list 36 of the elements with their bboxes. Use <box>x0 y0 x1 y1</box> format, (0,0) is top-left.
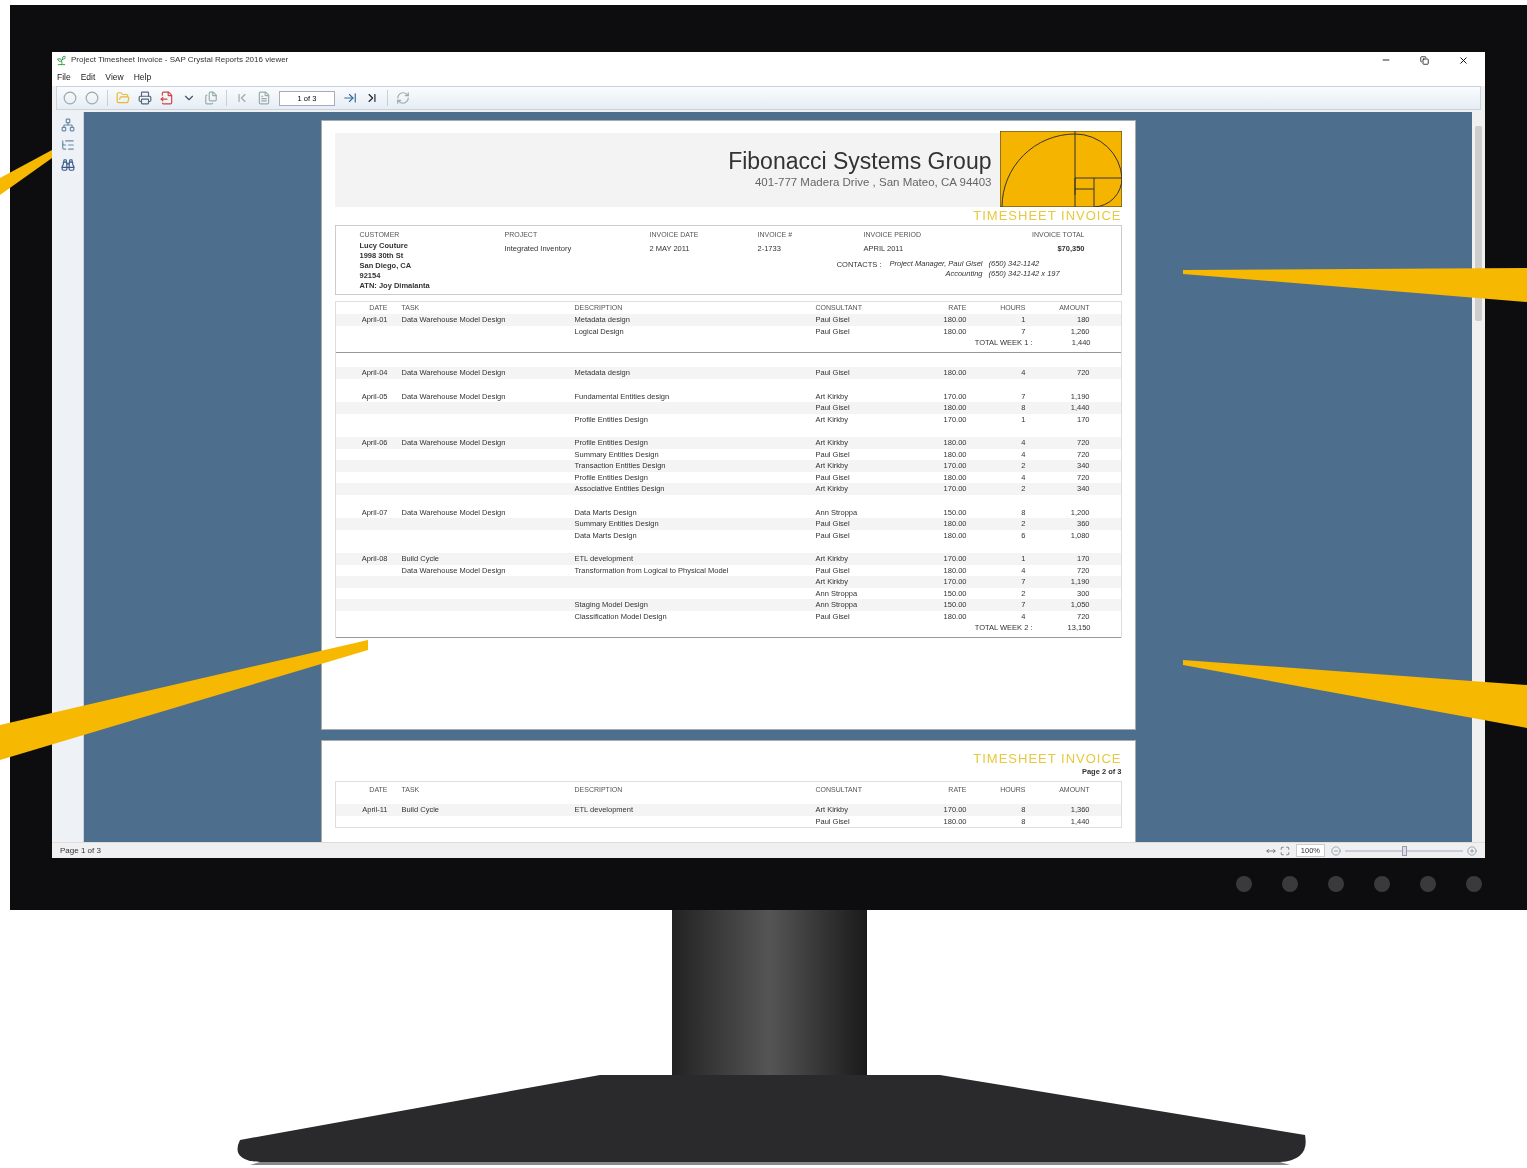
group-tree-icon[interactable] <box>60 118 75 132</box>
menu-item[interactable]: File <box>57 70 71 84</box>
printer-icon[interactable] <box>138 91 152 105</box>
status-page-text: Page 1 of 3 <box>60 844 102 857</box>
app-logo-icon <box>56 54 67 66</box>
open-folder-icon[interactable] <box>116 91 130 105</box>
monitor-button-icon[interactable] <box>1236 876 1252 892</box>
binoculars-icon[interactable] <box>60 158 75 172</box>
last-page-icon[interactable] <box>365 91 379 105</box>
restore-icon[interactable] <box>1420 55 1429 65</box>
copy-icon[interactable] <box>204 91 218 105</box>
go-to-page-icon[interactable] <box>343 91 357 105</box>
export-icon[interactable] <box>160 91 174 105</box>
monitor-button-icon[interactable] <box>1282 876 1298 892</box>
company-name: Fibonacci Systems Group <box>728 148 992 175</box>
monitor-button-icon[interactable] <box>1328 876 1344 892</box>
monitor-button-icon[interactable] <box>1374 876 1390 892</box>
first-page-icon[interactable] <box>235 91 249 105</box>
refresh-icon[interactable] <box>396 91 410 105</box>
menu-item[interactable]: View <box>105 70 124 84</box>
parameters-icon[interactable] <box>60 138 75 152</box>
window-title: Project Timesheet Invoice - SAP Crystal Reports 2016 viewer <box>71 54 290 66</box>
company-address: 401-777 Madera Drive , San Mateo, CA 94403 <box>754 175 992 191</box>
monitor-button-icon[interactable] <box>1420 876 1436 892</box>
close-icon[interactable] <box>1458 54 1469 66</box>
zoom-out-icon[interactable] <box>1331 845 1341 856</box>
menu-item[interactable]: Edit <box>80 70 96 84</box>
zoom-in-icon[interactable] <box>1467 845 1477 856</box>
fit-page-icon[interactable] <box>1279 845 1290 856</box>
report-title: TIMESHEET INVOICE <box>973 751 1122 766</box>
callout-pointer <box>0 150 52 195</box>
previous-page-icon[interactable] <box>257 91 271 105</box>
monitor-button-icon[interactable] <box>1466 876 1482 892</box>
zoom-slider-thumb[interactable] <box>1401 845 1407 856</box>
menu-item[interactable]: Help <box>133 70 152 84</box>
report-title: TIMESHEET INVOICE <box>973 209 1122 223</box>
